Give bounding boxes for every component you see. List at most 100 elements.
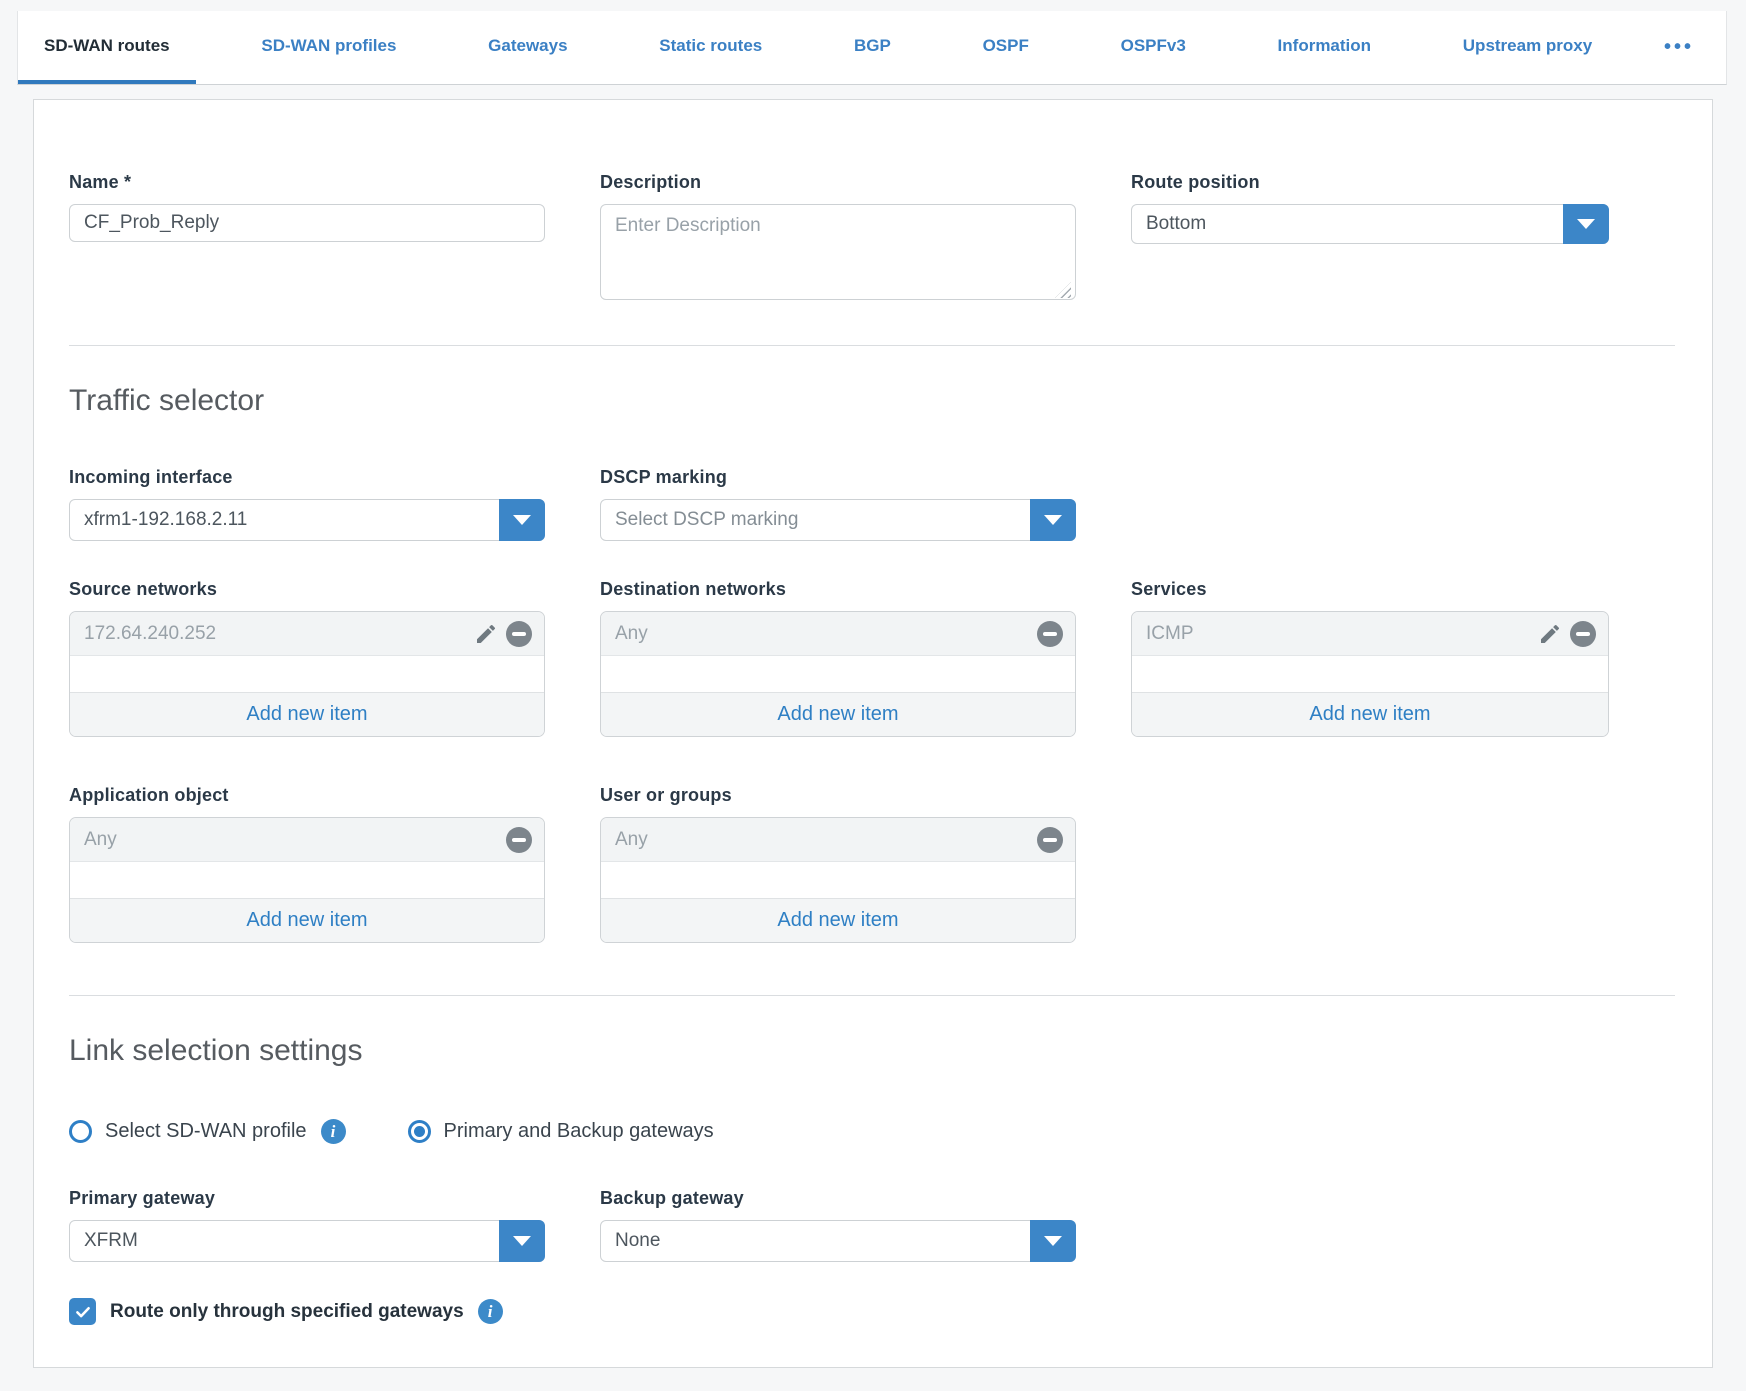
radio-primary-backup-gateways[interactable]: Primary and Backup gateways bbox=[408, 1120, 714, 1143]
section-divider bbox=[69, 995, 1675, 996]
dscp-marking-label: DSCP marking bbox=[600, 467, 1076, 488]
route-only-checkbox[interactable] bbox=[69, 1298, 96, 1325]
list-item-value: Any bbox=[615, 829, 648, 851]
required-asterisk: * bbox=[124, 172, 131, 192]
remove-minus-icon[interactable] bbox=[506, 621, 532, 647]
application-object-listbox: Any Add new item bbox=[69, 817, 545, 943]
add-new-item-button[interactable]: Add new item bbox=[601, 898, 1075, 942]
services-field-group: Services ICMP Add new item bbox=[1131, 579, 1609, 737]
dscp-marking-value: Select DSCP marking bbox=[615, 509, 798, 531]
add-new-item-button[interactable]: Add new item bbox=[70, 692, 544, 736]
services-listbox: ICMP Add new item bbox=[1131, 611, 1609, 737]
remove-minus-icon[interactable] bbox=[1037, 621, 1063, 647]
dscp-marking-field-group: DSCP marking Select DSCP marking bbox=[600, 467, 1076, 541]
description-field-group: Description bbox=[600, 172, 1076, 305]
list-item: Any bbox=[70, 818, 544, 862]
radio-select-sdwan-profile[interactable]: Select SD-WAN profile i bbox=[69, 1119, 346, 1144]
list-item-value: Any bbox=[615, 623, 648, 645]
tab-sdwan-profiles[interactable]: SD-WAN profiles bbox=[235, 11, 422, 84]
chevron-down-icon[interactable] bbox=[499, 499, 545, 541]
add-new-item-button[interactable]: Add new item bbox=[1132, 692, 1608, 736]
tab-information[interactable]: Information bbox=[1252, 11, 1398, 84]
radio-label: Select SD-WAN profile bbox=[105, 1120, 307, 1143]
name-input[interactable] bbox=[69, 204, 545, 242]
route-position-field-group: Route position Bottom bbox=[1131, 172, 1609, 305]
services-label: Services bbox=[1131, 579, 1609, 600]
name-label-text: Name bbox=[69, 172, 119, 192]
radio-label: Primary and Backup gateways bbox=[444, 1120, 714, 1143]
tab-gateways[interactable]: Gateways bbox=[462, 11, 593, 84]
list-item: ICMP bbox=[1132, 612, 1608, 656]
name-label: Name * bbox=[69, 172, 545, 193]
list-item-value: ICMP bbox=[1146, 623, 1194, 645]
incoming-interface-select[interactable]: xfrm1-192.168.2.11 bbox=[69, 499, 545, 541]
application-object-label: Application object bbox=[69, 785, 545, 806]
incoming-interface-field-group: Incoming interface xfrm1-192.168.2.11 bbox=[69, 467, 545, 541]
primary-gateway-label: Primary gateway bbox=[69, 1188, 545, 1209]
edit-pencil-icon[interactable] bbox=[474, 622, 498, 646]
remove-minus-icon[interactable] bbox=[506, 827, 532, 853]
description-label: Description bbox=[600, 172, 1076, 193]
user-or-groups-label: User or groups bbox=[600, 785, 1076, 806]
listbox-empty-area bbox=[1132, 656, 1608, 692]
dscp-marking-select[interactable]: Select DSCP marking bbox=[600, 499, 1076, 541]
primary-gateway-field-group: Primary gateway XFRM bbox=[69, 1188, 545, 1262]
chevron-down-icon[interactable] bbox=[1563, 204, 1609, 244]
list-item-value: 172.64.240.252 bbox=[84, 623, 216, 645]
source-networks-label: Source networks bbox=[69, 579, 545, 600]
listbox-empty-area bbox=[70, 656, 544, 692]
radio-icon[interactable] bbox=[69, 1120, 92, 1143]
list-item-value: Any bbox=[84, 829, 117, 851]
tab-upstream-proxy[interactable]: Upstream proxy bbox=[1437, 11, 1618, 84]
backup-gateway-select[interactable]: None bbox=[600, 1220, 1076, 1262]
chevron-down-icon[interactable] bbox=[499, 1220, 545, 1262]
backup-gateway-field-group: Backup gateway None bbox=[600, 1188, 1076, 1262]
route-only-label: Route only through specified gateways bbox=[110, 1301, 464, 1323]
user-or-groups-field-group: User or groups Any Add new item bbox=[600, 785, 1076, 943]
list-item: 172.64.240.252 bbox=[70, 612, 544, 656]
tab-static-routes[interactable]: Static routes bbox=[633, 11, 788, 84]
listbox-empty-area bbox=[601, 656, 1075, 692]
list-item: Any bbox=[601, 818, 1075, 862]
info-icon[interactable]: i bbox=[321, 1119, 346, 1144]
listbox-empty-area bbox=[70, 862, 544, 898]
remove-minus-icon[interactable] bbox=[1037, 827, 1063, 853]
backup-gateway-label: Backup gateway bbox=[600, 1188, 1076, 1209]
remove-minus-icon[interactable] bbox=[1570, 621, 1596, 647]
section-divider bbox=[69, 345, 1675, 346]
backup-gateway-value: None bbox=[615, 1230, 660, 1252]
tab-ospfv3[interactable]: OSPFv3 bbox=[1095, 11, 1212, 84]
destination-networks-field-group: Destination networks Any Add new item bbox=[600, 579, 1076, 737]
tab-bar: SD-WAN routes SD-WAN profiles Gateways S… bbox=[17, 11, 1727, 85]
source-networks-field-group: Source networks 172.64.240.252 Add new i… bbox=[69, 579, 545, 737]
chevron-down-icon[interactable] bbox=[1030, 1220, 1076, 1262]
add-new-item-button[interactable]: Add new item bbox=[70, 898, 544, 942]
incoming-interface-label: Incoming interface bbox=[69, 467, 545, 488]
name-field-group: Name * bbox=[69, 172, 545, 305]
source-networks-listbox: 172.64.240.252 Add new item bbox=[69, 611, 545, 737]
destination-networks-listbox: Any Add new item bbox=[600, 611, 1076, 737]
route-only-checkbox-row: Route only through specified gateways i bbox=[69, 1298, 1675, 1325]
primary-gateway-select[interactable]: XFRM bbox=[69, 1220, 545, 1262]
description-textarea[interactable] bbox=[600, 204, 1076, 300]
link-selection-heading: Link selection settings bbox=[69, 1033, 1675, 1069]
route-position-label: Route position bbox=[1131, 172, 1609, 193]
listbox-empty-area bbox=[601, 862, 1075, 898]
traffic-selector-heading: Traffic selector bbox=[69, 383, 1675, 419]
tab-bgp[interactable]: BGP bbox=[828, 11, 917, 84]
chevron-down-icon[interactable] bbox=[1030, 499, 1076, 541]
radio-selected-icon[interactable] bbox=[408, 1120, 431, 1143]
edit-pencil-icon[interactable] bbox=[1538, 622, 1562, 646]
sdwan-route-form-card: Name * Description Route position Bottom… bbox=[33, 99, 1713, 1368]
info-icon[interactable]: i bbox=[478, 1299, 503, 1324]
tab-sdwan-routes[interactable]: SD-WAN routes bbox=[18, 11, 196, 84]
tab-ospf[interactable]: OSPF bbox=[957, 11, 1055, 84]
user-or-groups-listbox: Any Add new item bbox=[600, 817, 1076, 943]
more-tabs-icon[interactable]: ••• bbox=[1658, 11, 1700, 84]
destination-networks-label: Destination networks bbox=[600, 579, 1076, 600]
route-position-select[interactable]: Bottom bbox=[1131, 204, 1609, 244]
incoming-interface-value: xfrm1-192.168.2.11 bbox=[84, 509, 247, 531]
add-new-item-button[interactable]: Add new item bbox=[601, 692, 1075, 736]
primary-gateway-value: XFRM bbox=[84, 1230, 138, 1252]
application-object-field-group: Application object Any Add new item bbox=[69, 785, 545, 943]
